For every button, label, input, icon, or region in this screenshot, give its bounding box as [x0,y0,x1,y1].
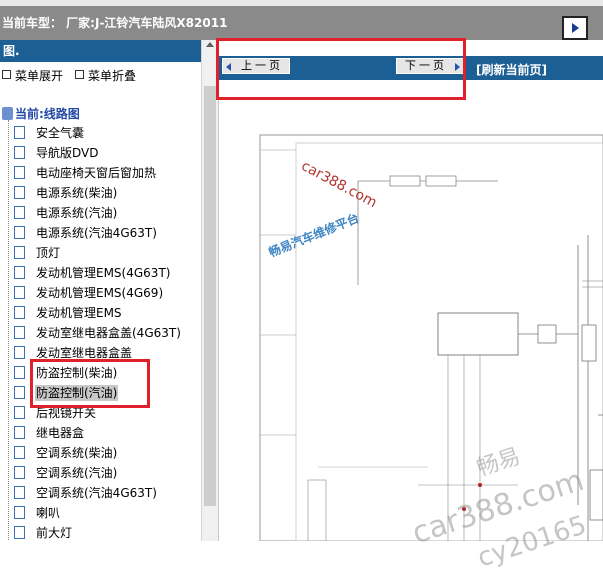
document-icon [14,226,25,239]
menu-expand-link[interactable]: 菜单展开 [15,69,63,83]
prev-page-button[interactable]: 上一页 [222,58,290,74]
tree-item-label: 空调系统(汽油) [36,466,118,480]
tree-item[interactable]: 发动室继电器盒盖(4G63T) [14,324,182,344]
tree-item-label: 安全气囊 [36,126,85,140]
tree-item[interactable]: 防盗控制(柴油) [14,364,118,384]
next-page-button[interactable]: 下一页 [396,58,464,74]
left-arrow-icon [226,63,231,71]
document-icon [14,326,25,339]
sidebar: 图. 菜单展开 菜单折叠 当前:线路图 安全气囊导航版DVD 电动座椅天窗后窗加热电… [0,40,201,541]
tree-item[interactable]: 电动座椅天窗后窗加热 [14,164,157,184]
document-icon [14,386,25,399]
tree-item-label: 前大灯 [36,526,73,540]
tree-item[interactable]: 发动机管理EMS [14,304,123,324]
tree-item-label: 继电器盒 [36,426,85,440]
tree-item-label: 发动机管理EMS(4G69) [36,286,164,300]
tree-item[interactable]: 电源系统(汽油4G63T) [14,224,158,244]
document-icon [14,146,25,159]
prev-page-label: 上一页 [241,59,283,72]
tree-item[interactable]: 发动机管理EMS(4G69) [14,284,164,304]
tree-item-label: 导航版DVD [36,146,99,160]
sidebar-title: 图. [3,44,20,58]
tree-item[interactable]: 继电器盒 [14,424,85,444]
tree-item-label: 喇叭 [36,506,61,520]
document-icon [14,306,25,319]
book-icon [2,107,13,120]
document-icon [14,466,25,479]
document-icon [14,506,25,519]
next-page-label: 下一页 [405,59,447,72]
document-icon [14,266,25,279]
sidebar-scrollbar[interactable] [201,40,218,541]
page-nav-bar: 上一页 下一页 [刷新当前页] [218,56,603,80]
tree-item-label: 防盗控制(汽油) [35,385,119,401]
tree-current-node[interactable]: 当前:线路图 [2,105,80,122]
document-icon [14,346,25,359]
tree-item-label: 空调系统(柴油) [36,446,118,460]
document-icon [14,426,25,439]
document-icon [14,406,25,419]
diagram-panel: 上一页 下一页 [刷新当前页] car388.com 畅易汽车维修平台 畅易 c… [218,40,603,574]
expand-frame-button[interactable] [562,16,588,40]
tree-item-label: 电源系统(柴油) [36,186,118,200]
document-icon [14,286,25,299]
right-arrow-icon [455,63,460,71]
header-bar: 当前车型： 厂家:J-江铃汽车陆风X82011 [0,6,603,40]
document-icon [14,166,25,179]
tree-item-label: 防盗控制(柴油) [36,366,118,380]
tree-item[interactable]: 发动室继电器盒盖 [14,344,133,364]
tree-item[interactable]: 空调系统(汽油) [14,464,118,484]
document-icon [14,486,25,499]
document-icon [14,186,25,199]
sidebar-header: 图. [0,40,201,62]
tree-item-label: 发动机管理EMS [36,306,122,320]
tree-item-label: 空调系统(汽油4G63T) [36,486,157,500]
tree-connector-line [8,120,10,541]
tree-item[interactable]: 导航版DVD [14,144,99,164]
tree-item[interactable]: 安全气囊 [14,124,85,144]
expand-arrow-icon [572,23,579,33]
tree-item-label: 顶灯 [36,246,61,260]
tree-item-label: 发动室继电器盒盖(4G63T) [36,326,181,340]
expand-square-icon [2,70,11,79]
tree-item-label: 电源系统(汽油) [36,206,118,220]
wiring-diagram [218,85,603,541]
document-icon [14,366,25,379]
tree-item-label: 发动室继电器盒盖 [36,346,133,360]
tree-item[interactable]: 顶灯 [14,244,61,264]
document-icon [14,526,25,539]
tree-item-label: 电动座椅天窗后窗加热 [36,166,157,180]
tree-item[interactable]: 电源系统(汽油) [14,204,118,224]
refresh-page-link[interactable]: [刷新当前页] [476,61,547,78]
tree-item-label: 后视镜开关 [36,406,97,420]
tree-item-label: 电源系统(汽油4G63T) [36,226,157,240]
tree-item[interactable]: 空调系统(柴油) [14,444,118,464]
document-icon [14,246,25,259]
document-icon [14,446,25,459]
document-icon [14,126,25,139]
document-icon [14,206,25,219]
tree-item[interactable]: 空调系统(汽油4G63T) [14,484,158,504]
tree-item[interactable]: 前大灯 [14,524,73,541]
tree-item[interactable]: 电源系统(柴油) [14,184,118,204]
current-model-title: 当前车型： 厂家:J-江铃汽车陆风X82011 [2,16,228,30]
menu-controls: 菜单展开 菜单折叠 [0,67,146,84]
tree-item[interactable]: 发动机管理EMS(4G63T) [14,264,171,284]
collapse-square-icon [75,70,85,79]
tree-item[interactable]: 后视镜开关 [14,404,97,424]
scroll-up-arrow-icon[interactable] [206,42,214,47]
scrollbar-thumb[interactable] [204,86,216,506]
tree-item-label: 发动机管理EMS(4G63T) [36,266,171,280]
tree-item[interactable]: 防盗控制(汽油) [14,384,119,404]
menu-collapse-link[interactable]: 菜单折叠 [88,69,136,83]
tree-item[interactable]: 喇叭 [14,504,61,524]
tree-current-label: 当前:线路图 [15,107,80,121]
